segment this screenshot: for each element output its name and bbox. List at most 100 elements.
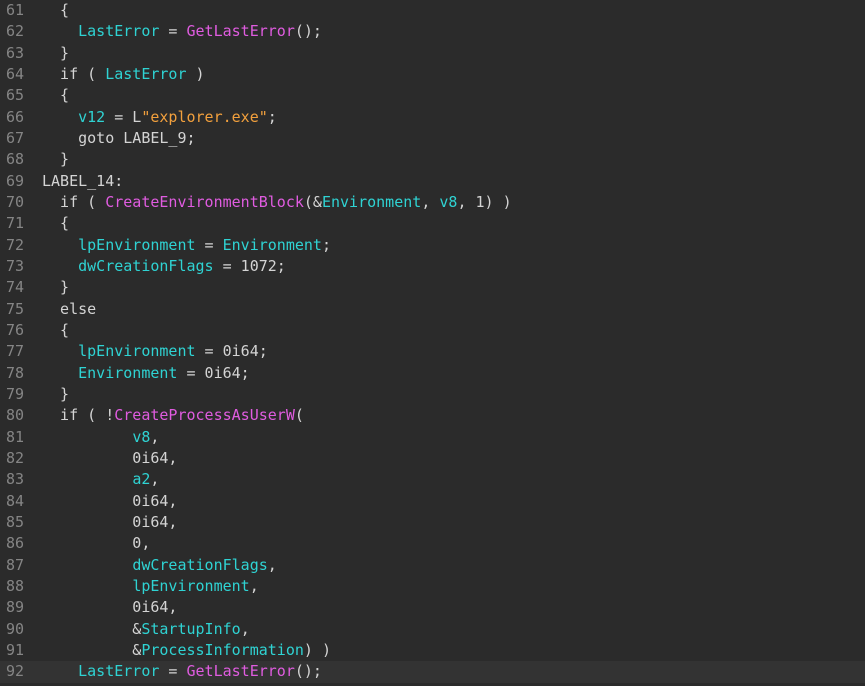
code-text: Environment = 0i64; <box>42 363 250 384</box>
line-number: 64 <box>6 64 25 83</box>
line-number: 75 <box>6 299 25 318</box>
identifier-token: StartupInfo <box>141 619 241 638</box>
function-call-token: CreateEnvironmentBlock <box>105 192 304 211</box>
code-token: , <box>150 470 160 489</box>
code-token: (); <box>294 22 322 41</box>
code-line[interactable]: 68 } <box>0 149 865 170</box>
identifier-token: LastError <box>78 22 160 41</box>
code-token: 0i64, <box>42 491 178 510</box>
code-line[interactable]: 63 } <box>0 43 865 64</box>
code-line[interactable]: 73 dwCreationFlags = 1072; <box>0 256 865 277</box>
code-text: if ( !CreateProcessAsUserW( <box>42 405 304 426</box>
line-number: 88 <box>6 576 25 595</box>
line-number: 67 <box>6 128 25 147</box>
code-token: , <box>240 619 250 638</box>
code-token: 0, <box>42 534 151 553</box>
code-editor[interactable]: 61 {62 LastError = GetLastError(); 63 } 64… <box>0 0 865 686</box>
code-text: if ( LastError ) <box>42 64 205 85</box>
code-line[interactable]: 89 0i64, <box>0 597 865 618</box>
line-number: 77 <box>6 342 25 361</box>
code-text: { <box>42 0 69 21</box>
function-call-token: GetLastError <box>186 662 295 681</box>
code-text: } <box>42 43 69 64</box>
line-number: 71 <box>6 214 25 233</box>
identifier-token: a2 <box>132 470 151 489</box>
code-token: ; <box>267 107 277 126</box>
line-number: 72 <box>6 235 25 254</box>
code-token: = <box>159 22 187 41</box>
code-token: ; <box>321 235 331 254</box>
code-text: 0i64, <box>42 512 177 533</box>
code-line[interactable]: 87 dwCreationFlags, <box>0 555 865 576</box>
code-token: ( <box>294 406 304 425</box>
code-text: dwCreationFlags = 1072; <box>42 256 286 277</box>
code-line[interactable]: 78 Environment = 0i64; <box>0 363 865 384</box>
line-number: 70 <box>6 192 25 211</box>
code-text: a2, <box>42 469 159 490</box>
code-line[interactable]: 64 if ( LastError ) <box>0 64 865 85</box>
code-line[interactable]: 67 goto LABEL_9; <box>0 128 865 149</box>
code-line[interactable]: 90 &StartupInfo, <box>0 619 865 640</box>
identifier-token: v12 <box>78 107 106 126</box>
code-line[interactable]: 80 if ( !CreateProcessAsUserW( <box>0 405 865 426</box>
line-number: 83 <box>6 470 25 489</box>
code-text: &StartupInfo, <box>42 619 250 640</box>
code-line[interactable]: 71 { <box>0 213 865 234</box>
code-line[interactable]: 69 LABEL_14: <box>0 171 865 192</box>
code-token: goto LABEL_9; <box>42 128 196 147</box>
code-token: if ( <box>42 192 106 211</box>
code-token: { <box>42 320 70 339</box>
line-number: 91 <box>6 640 25 659</box>
code-token: & <box>42 619 142 638</box>
line-number: 76 <box>6 320 25 339</box>
line-number: 92 <box>6 662 25 681</box>
code-line[interactable]: 65 { <box>0 85 865 106</box>
line-number: 78 <box>6 363 25 382</box>
code-line[interactable]: 83 a2, <box>0 469 865 490</box>
identifier-token: v8 <box>439 192 458 211</box>
code-line[interactable]: 66 v12 = L"explorer.exe"; <box>0 107 865 128</box>
line-number: 65 <box>6 86 25 105</box>
code-line[interactable]: 92 LastError = GetLastError(); <box>0 661 865 683</box>
identifier-token: v8 <box>132 427 151 446</box>
code-line[interactable]: 79 } <box>0 384 865 405</box>
code-text: 0i64, <box>42 597 177 618</box>
code-token: = 0i64; <box>177 363 250 382</box>
code-token: , <box>421 192 440 211</box>
code-token: = 0i64; <box>195 342 268 361</box>
code-line[interactable]: 91 &ProcessInformation) ) <box>0 640 865 661</box>
code-line[interactable]: 86 0, <box>0 533 865 554</box>
code-text: v12 = L"explorer.exe"; <box>42 107 277 128</box>
code-line[interactable]: 61 { <box>0 0 865 21</box>
code-line[interactable]: 76 { <box>0 320 865 341</box>
code-line[interactable]: 72 lpEnvironment = Environment; <box>0 235 865 256</box>
code-line[interactable]: 85 0i64, <box>0 512 865 533</box>
code-token: ) ) <box>303 640 331 659</box>
code-line[interactable]: 74 } <box>0 277 865 298</box>
code-text: goto LABEL_9; <box>42 128 196 149</box>
code-token: { <box>42 1 70 19</box>
line-number: 85 <box>6 512 25 531</box>
line-number: 90 <box>6 619 25 638</box>
line-number: 63 <box>6 43 25 62</box>
line-number: 74 <box>6 278 25 297</box>
code-line[interactable]: 84 0i64, <box>0 491 865 512</box>
code-text: } <box>42 149 69 170</box>
code-text: } <box>42 277 69 298</box>
code-line[interactable]: 88 lpEnvironment, <box>0 576 865 597</box>
code-line[interactable]: 82 0i64, <box>0 448 865 469</box>
code-line[interactable]: 81 v8, <box>0 427 865 448</box>
code-token: ) <box>186 64 205 83</box>
code-line[interactable]: 70 if ( CreateEnvironmentBlock(&Environm… <box>0 192 865 213</box>
code-line[interactable]: 77 lpEnvironment = 0i64; <box>0 341 865 362</box>
code-text: { <box>42 213 69 234</box>
code-line[interactable]: 62 LastError = GetLastError(); <box>0 21 865 42</box>
code-line[interactable]: 75 else <box>0 299 865 320</box>
identifier-token: Environment <box>222 235 322 254</box>
